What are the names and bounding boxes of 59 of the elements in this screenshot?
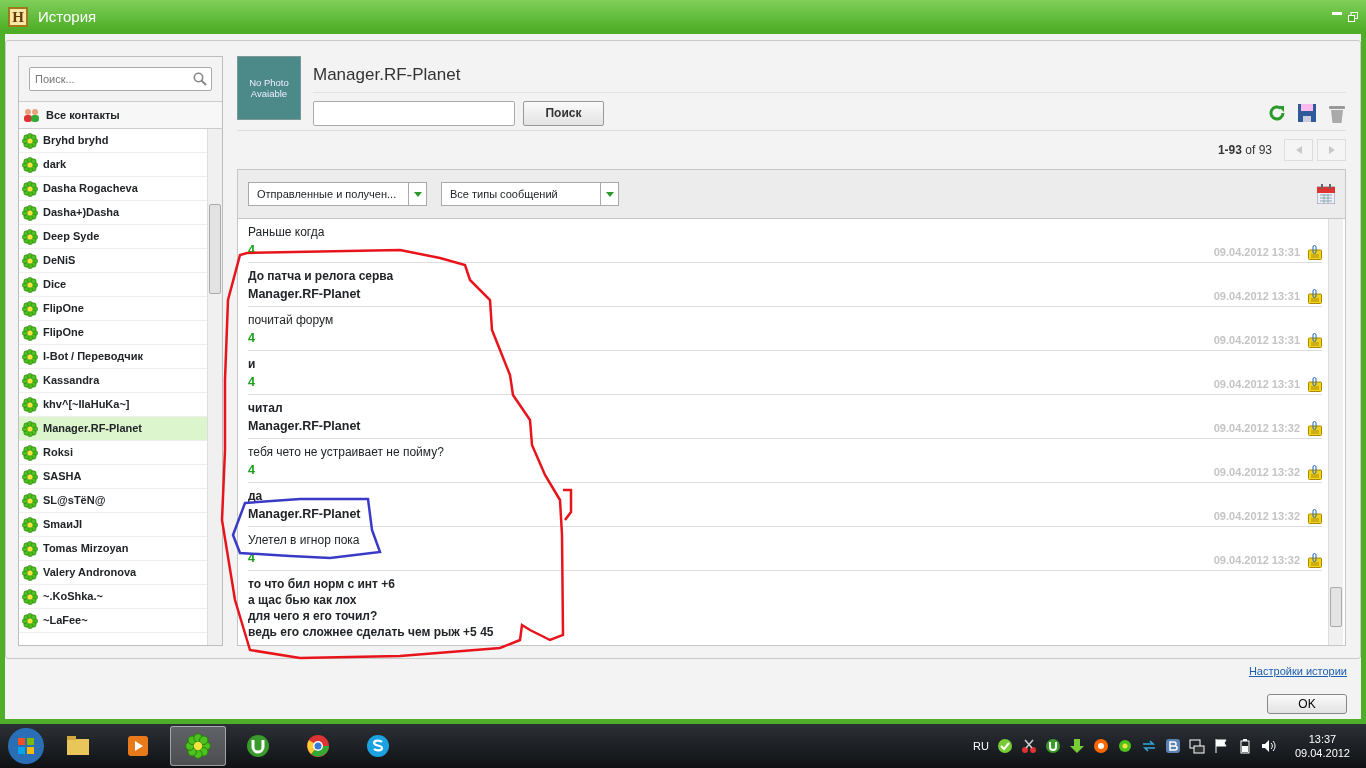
message-text: тебя чето не устраивает не пойму? (248, 444, 445, 461)
message-time: 09.04.2012 13:31 (1213, 244, 1300, 260)
message-time: 09.04.2012 13:31 (1213, 376, 1300, 392)
sender-name: Manager.RF-Planet (248, 418, 362, 436)
contact-item[interactable]: SL@sTëN@ (19, 489, 207, 513)
sender-name: Manager.RF-Planet (248, 286, 362, 304)
window-title: История (38, 6, 97, 27)
contact-item[interactable]: Bryhd bryhd (19, 129, 207, 153)
contact-item[interactable]: ~.KoShka.~ (19, 585, 207, 609)
contact-item[interactable]: DeNiS (19, 249, 207, 273)
contact-item[interactable]: Dice (19, 273, 207, 297)
message-time: 09.04.2012 13:32 (1213, 552, 1300, 568)
avatar-caption: No Photo Avaiable (248, 76, 290, 100)
message-time: 09.04.2012 13:32 (1213, 420, 1300, 436)
contact-item[interactable]: Tomas Mirzoyan (19, 537, 207, 561)
sender-name: 4 (248, 330, 256, 348)
message-text: почитай форум (248, 312, 335, 329)
clock-date[interactable]: 09.04.2012 (1294, 746, 1350, 761)
sender-name: Manager.RF-Planet (248, 506, 362, 524)
sender-name: 4 (248, 462, 256, 480)
message-text: Улетел в игнор пока (248, 532, 361, 549)
filter-dropdown[interactable]: Все типы сообщений (441, 182, 619, 206)
message-text: и (248, 356, 257, 373)
sender-name: 4 (248, 374, 256, 392)
ok-button[interactable]: OK (1267, 693, 1347, 714)
contact-item[interactable]: Dasha Rogacheva (19, 177, 207, 201)
all-contacts-label: Все контакты (46, 107, 120, 123)
all-contacts-item[interactable]: Все контакты (19, 102, 222, 129)
page-range: 1-93 of 93 (1217, 142, 1272, 159)
message-text: До патча и релога серва (248, 268, 395, 285)
search-button[interactable]: Поиск (523, 100, 604, 126)
message-text: то что бил норм с инт +6 а щас бью как лох для чего я его точил? ведь его сложнее сделать чем рыж +5 45 (248, 576, 495, 641)
filter-dropdown[interactable]: Отправленные и получен... (248, 182, 427, 206)
message-text: Раньше когда (248, 224, 326, 241)
message-time: 09.04.2012 13:32 (1213, 464, 1300, 480)
message-time: 09.04.2012 13:32 (1213, 508, 1300, 524)
contact-search-field[interactable]: Поиск... (29, 67, 212, 91)
contact-item[interactable]: Valery Andronova (19, 561, 207, 585)
contact-item[interactable]: I-Bot / Переводчик (19, 345, 207, 369)
contact-item[interactable]: Roksi (19, 441, 207, 465)
language-indicator[interactable]: RU (973, 737, 989, 755)
contact-name: Manager.RF-Planet (313, 56, 1346, 93)
message-time: 09.04.2012 13:31 (1213, 332, 1300, 348)
contact-item[interactable]: ~LaFee~ (19, 609, 207, 633)
contact-item[interactable]: FlipOne (19, 321, 207, 345)
contact-item[interactable]: Manager.RF-Planet (19, 417, 207, 441)
contact-item[interactable]: FlipOne (19, 297, 207, 321)
message-time: 09.04.2012 13:31 (1213, 288, 1300, 304)
contact-item[interactable]: SmaиJI (19, 513, 207, 537)
clock-time[interactable]: 13:37 (1294, 731, 1350, 746)
history-settings-link[interactable]: Настройки истории (1248, 663, 1347, 680)
app-logo: H (8, 7, 28, 27)
message-text: да (248, 488, 264, 505)
contact-item[interactable]: Deep Syde (19, 225, 207, 249)
contact-item[interactable]: Kassandra (19, 369, 207, 393)
message-text: читал (248, 400, 284, 417)
contact-item[interactable]: Dasha+)Dasha (19, 201, 207, 225)
contact-item[interactable]: dark (19, 153, 207, 177)
contact-item[interactable]: SASHA (19, 465, 207, 489)
